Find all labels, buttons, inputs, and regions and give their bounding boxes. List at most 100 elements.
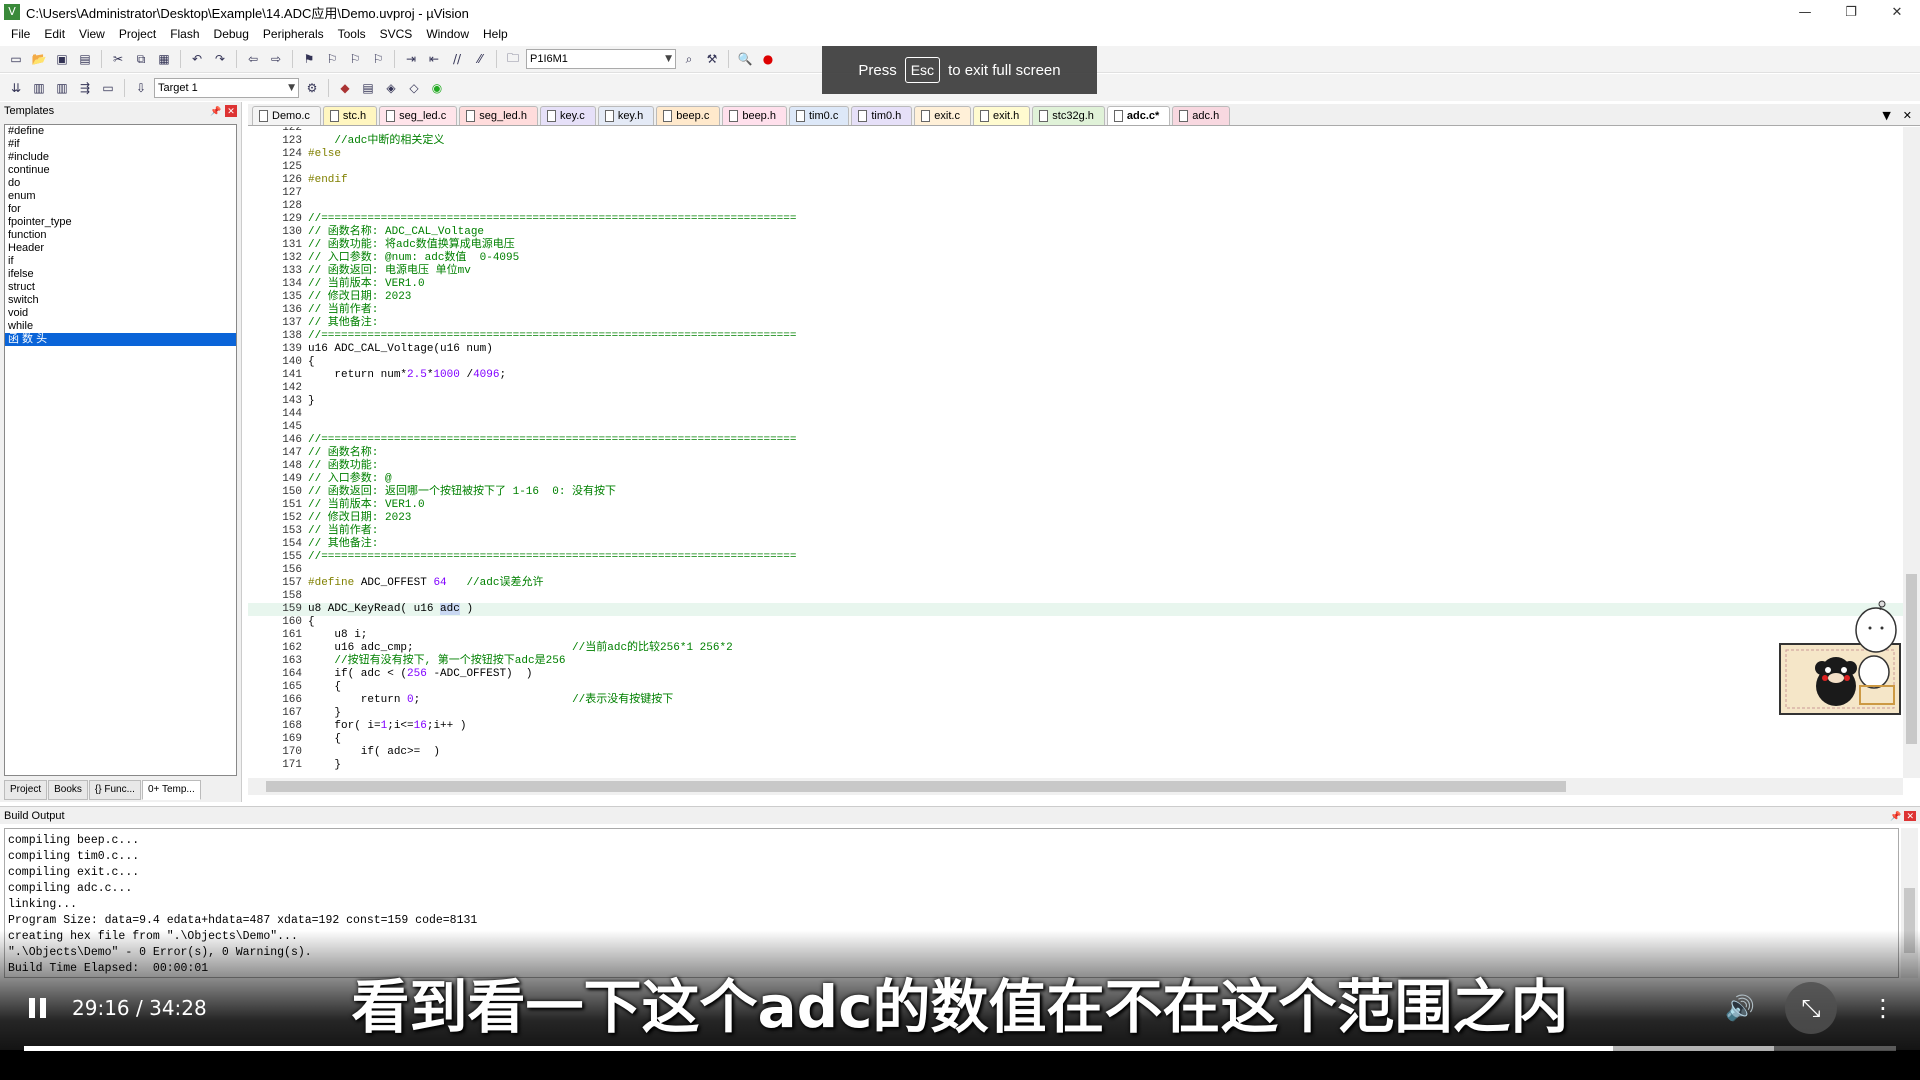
unindent-icon[interactable]: ⇤ [424,49,444,69]
code-line[interactable]: 140 { [248,356,1903,369]
code-line[interactable]: 143} [248,395,1903,408]
tab-templates[interactable]: 0+ Temp... [141,780,201,800]
template-item[interactable]: for [5,203,236,216]
file-tab[interactable]: beep.h [722,106,787,125]
file-tab[interactable]: stc32g.h [1032,106,1105,125]
pause-icon[interactable] [24,995,50,1021]
code-line[interactable]: 129 //===================================… [248,213,1903,226]
menu-window[interactable]: Window [419,27,476,41]
clear-bookmarks-icon[interactable]: ⚐ [368,49,388,69]
code-line[interactable]: 123 //adc中断的相关定义 [248,135,1903,148]
pack-installer-icon[interactable]: ◉ [427,78,447,98]
code-line[interactable]: 156 [248,564,1903,577]
menu-flash[interactable]: Flash [163,27,206,41]
code-line[interactable]: 168 for( i=1;i<=16;i++ ) [248,720,1903,733]
template-item[interactable]: enum [5,190,236,203]
template-item[interactable]: if [5,255,236,268]
file-tab[interactable]: key.c [539,106,596,125]
close-panel-icon[interactable]: ✕ [1904,810,1916,821]
code-line[interactable]: 135 // 修改日期: 2023 [248,291,1903,304]
close-panel-icon[interactable]: ✕ [225,105,237,117]
target-options-icon[interactable]: ⚙ [302,78,322,98]
code-line[interactable]: 160 { [248,616,1903,629]
template-item[interactable]: do [5,177,236,190]
code-line[interactable]: 144 [248,408,1903,421]
tab-list-dropdown-icon[interactable]: ▼ [1882,109,1890,122]
code-line[interactable]: 128 [248,200,1903,213]
save-icon[interactable]: ▣ [52,49,72,69]
code-line[interactable]: 136 // 当前作者: [248,304,1903,317]
indent-icon[interactable]: ⇥ [401,49,421,69]
code-line[interactable]: 142 [248,382,1903,395]
breakpoint-icon[interactable]: ● [758,49,778,69]
template-item[interactable]: function [5,229,236,242]
find-in-files-icon[interactable]: 🗀 [503,49,523,69]
file-tab[interactable]: seg_led.h [459,106,538,125]
template-item[interactable]: continue [5,164,236,177]
target-combo[interactable]: Target 1 ▼ [154,77,299,98]
menu-svcs[interactable]: SVCS [373,27,420,41]
code-line[interactable]: 164 if( adc < (256 -ADC_OFFEST) ) [248,668,1903,681]
code-line[interactable]: 153 // 当前作者: [248,525,1903,538]
cut-icon[interactable]: ✂ [108,49,128,69]
code-line[interactable]: 154 // 其他备注: [248,538,1903,551]
pin-icon[interactable]: 📌 [1890,811,1901,821]
tab-project[interactable]: Project [4,780,48,800]
paste-icon[interactable]: ▦ [154,49,174,69]
code-line[interactable]: 169 { [248,733,1903,746]
code-line[interactable]: 146 //===================================… [248,434,1903,447]
file-extensions-icon[interactable]: ▤ [358,78,378,98]
template-item[interactable]: #if [5,138,236,151]
nav-back-icon[interactable]: ⇦ [243,49,263,69]
file-tab[interactable]: Demo.c [252,106,321,125]
code-line[interactable]: 165 { [248,681,1903,694]
rte-icon[interactable]: ◇ [404,78,424,98]
code-line[interactable]: 155 //===================================… [248,551,1903,564]
rebuild-icon[interactable]: ▥ [52,78,72,98]
code-line[interactable]: 163 //按钮有没有按下, 第一个按钮按下adc是256 [248,655,1903,668]
file-tab[interactable]: exit.h [972,106,1031,125]
code-line[interactable]: 145 [248,421,1903,434]
code-line[interactable]: 141 return num*2.5*1000 /4096; [248,369,1903,382]
menu-file[interactable]: File [4,27,37,41]
file-tab[interactable]: tim0.h [851,106,913,125]
undo-icon[interactable]: ↶ [187,49,207,69]
menu-help[interactable]: Help [476,27,515,41]
code-line[interactable]: 130 // 函数名称: ADC_CAL_Voltage [248,226,1903,239]
code-line[interactable]: 167 } [248,707,1903,720]
tab-functions[interactable]: {} Func... [88,780,141,800]
menu-view[interactable]: View [72,27,112,41]
code-line[interactable]: 151 // 当前版本: VER1.0 [248,499,1903,512]
code-line[interactable]: 125 [248,161,1903,174]
translate-icon[interactable]: ⇊ [6,78,26,98]
code-line[interactable]: 133 // 函数返回: 电源电压 单位mv [248,265,1903,278]
template-item[interactable]: void [5,307,236,320]
template-item[interactable]: #define [5,125,236,138]
next-bookmark-icon[interactable]: ⚐ [345,49,365,69]
volume-icon[interactable]: 🔊 [1720,990,1760,1026]
code-line[interactable]: 131 // 函数功能: 将adc数值换算成电源电压 [248,239,1903,252]
code-line[interactable]: 132 // 入口参数: @num: adc数值 0-4095 [248,252,1903,265]
incremental-find-icon[interactable]: ⚒ [702,49,722,69]
minimize-icon[interactable]: — [1782,0,1828,24]
code-line[interactable]: 137 // 其他备注: [248,317,1903,330]
menu-edit[interactable]: Edit [37,27,72,41]
template-item[interactable]: 函 数 头 [5,333,236,346]
code-line[interactable]: 127 [248,187,1903,200]
new-file-icon[interactable]: ▭ [6,49,26,69]
template-item[interactable]: Header [5,242,236,255]
code-editor[interactable]: 122 123 //adc中断的相关定义 124 #else 125 126 #endif 1… [248,127,1903,778]
code-line[interactable]: 124 #else [248,148,1903,161]
device-combo[interactable]: P1I6M1 ▼ [526,49,676,69]
code-line[interactable]: 149 // 入口参数: @ [248,473,1903,486]
close-tab-icon[interactable]: ✕ [1903,109,1912,122]
redo-icon[interactable]: ↷ [210,49,230,69]
copy-icon[interactable]: ⧉ [131,49,151,69]
close-icon[interactable]: ✕ [1874,0,1920,24]
code-line[interactable]: 122 [248,127,1903,135]
code-line[interactable]: 159 u8 ADC_KeyRead( u16 adc ) [248,603,1903,616]
template-item[interactable]: switch [5,294,236,307]
file-tab[interactable]: exit.c [914,106,971,125]
file-tab[interactable]: beep.c [656,106,721,125]
code-line[interactable]: 171 } [248,759,1903,772]
